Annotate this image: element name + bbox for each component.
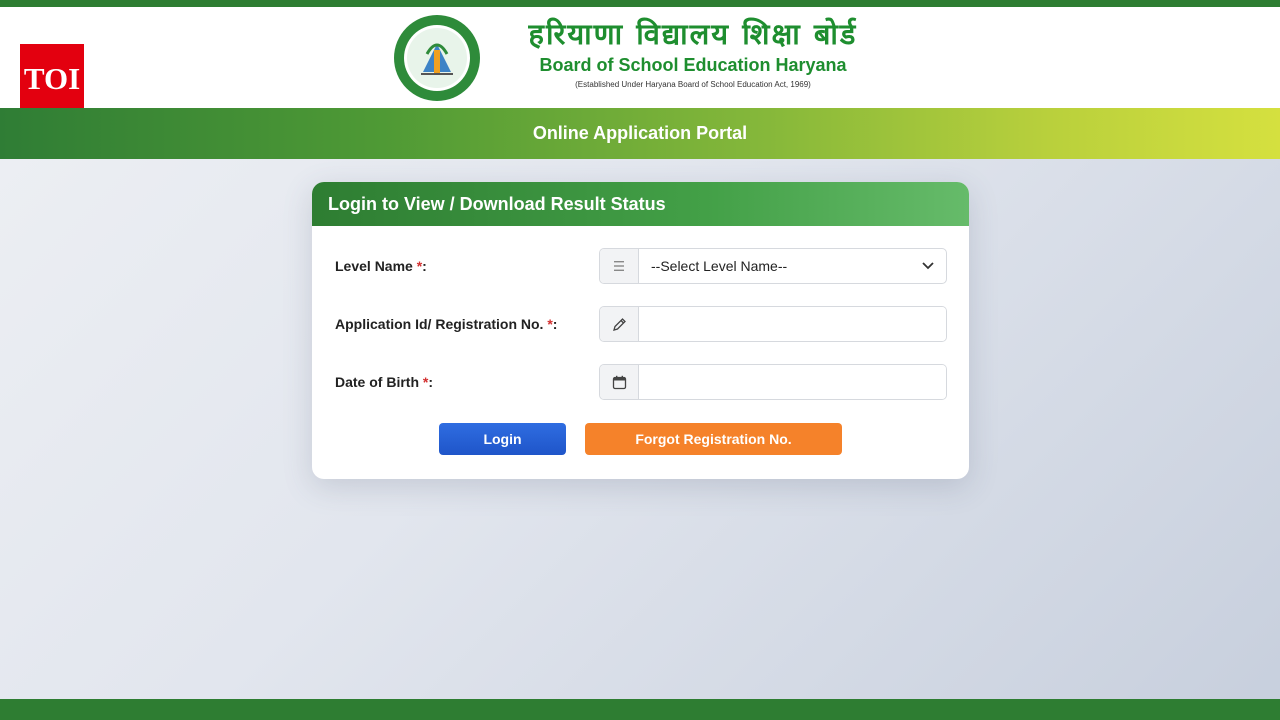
toi-logo[interactable]: TOI <box>20 44 84 114</box>
level-name-row: Level Name *: --Select Level Name-- <box>312 248 969 284</box>
application-id-row: Application Id/ Registration No. *: <box>312 306 969 342</box>
level-name-label: Level Name *: <box>335 258 427 274</box>
level-name-selected: --Select Level Name-- <box>651 258 788 274</box>
dob-input[interactable] <box>639 365 946 399</box>
login-card-header: Login to View / Download Result Status <box>312 182 969 226</box>
board-name-english: Board of School Education Haryana <box>539 55 847 75</box>
footer-green-strip <box>0 699 1280 720</box>
dob-group <box>599 364 947 400</box>
forgot-registration-button[interactable]: Forgot Registration No. <box>585 423 842 455</box>
hbse-emblem-icon <box>394 15 480 101</box>
application-id-group <box>599 306 947 342</box>
dob-label: Date of Birth *: <box>335 374 434 390</box>
level-name-select[interactable]: --Select Level Name-- <box>639 249 946 283</box>
list-icon <box>600 249 639 283</box>
login-card: Login to View / Download Result Status L… <box>312 182 969 479</box>
established-text: (Established Under Haryana Board of Scho… <box>575 80 811 89</box>
login-card-title: Login to View / Download Result Status <box>328 193 666 214</box>
portal-title: Online Application Portal <box>532 123 748 143</box>
dob-row: Date of Birth *: <box>312 364 969 400</box>
calendar-icon[interactable] <box>600 365 639 399</box>
pencil-icon <box>600 307 639 341</box>
portal-banner: Online Application Portal <box>0 108 1280 159</box>
application-id-label: Application Id/ Registration No. *: <box>335 316 558 332</box>
top-green-strip <box>0 0 1280 7</box>
level-name-select-group: --Select Level Name-- <box>599 248 947 284</box>
board-name-hindi: हरियाणा विद्यालय शिक्षा बोर्ड <box>528 17 858 51</box>
chevron-down-icon <box>922 262 934 270</box>
login-button[interactable]: Login <box>439 423 566 455</box>
application-id-input[interactable] <box>639 307 946 341</box>
